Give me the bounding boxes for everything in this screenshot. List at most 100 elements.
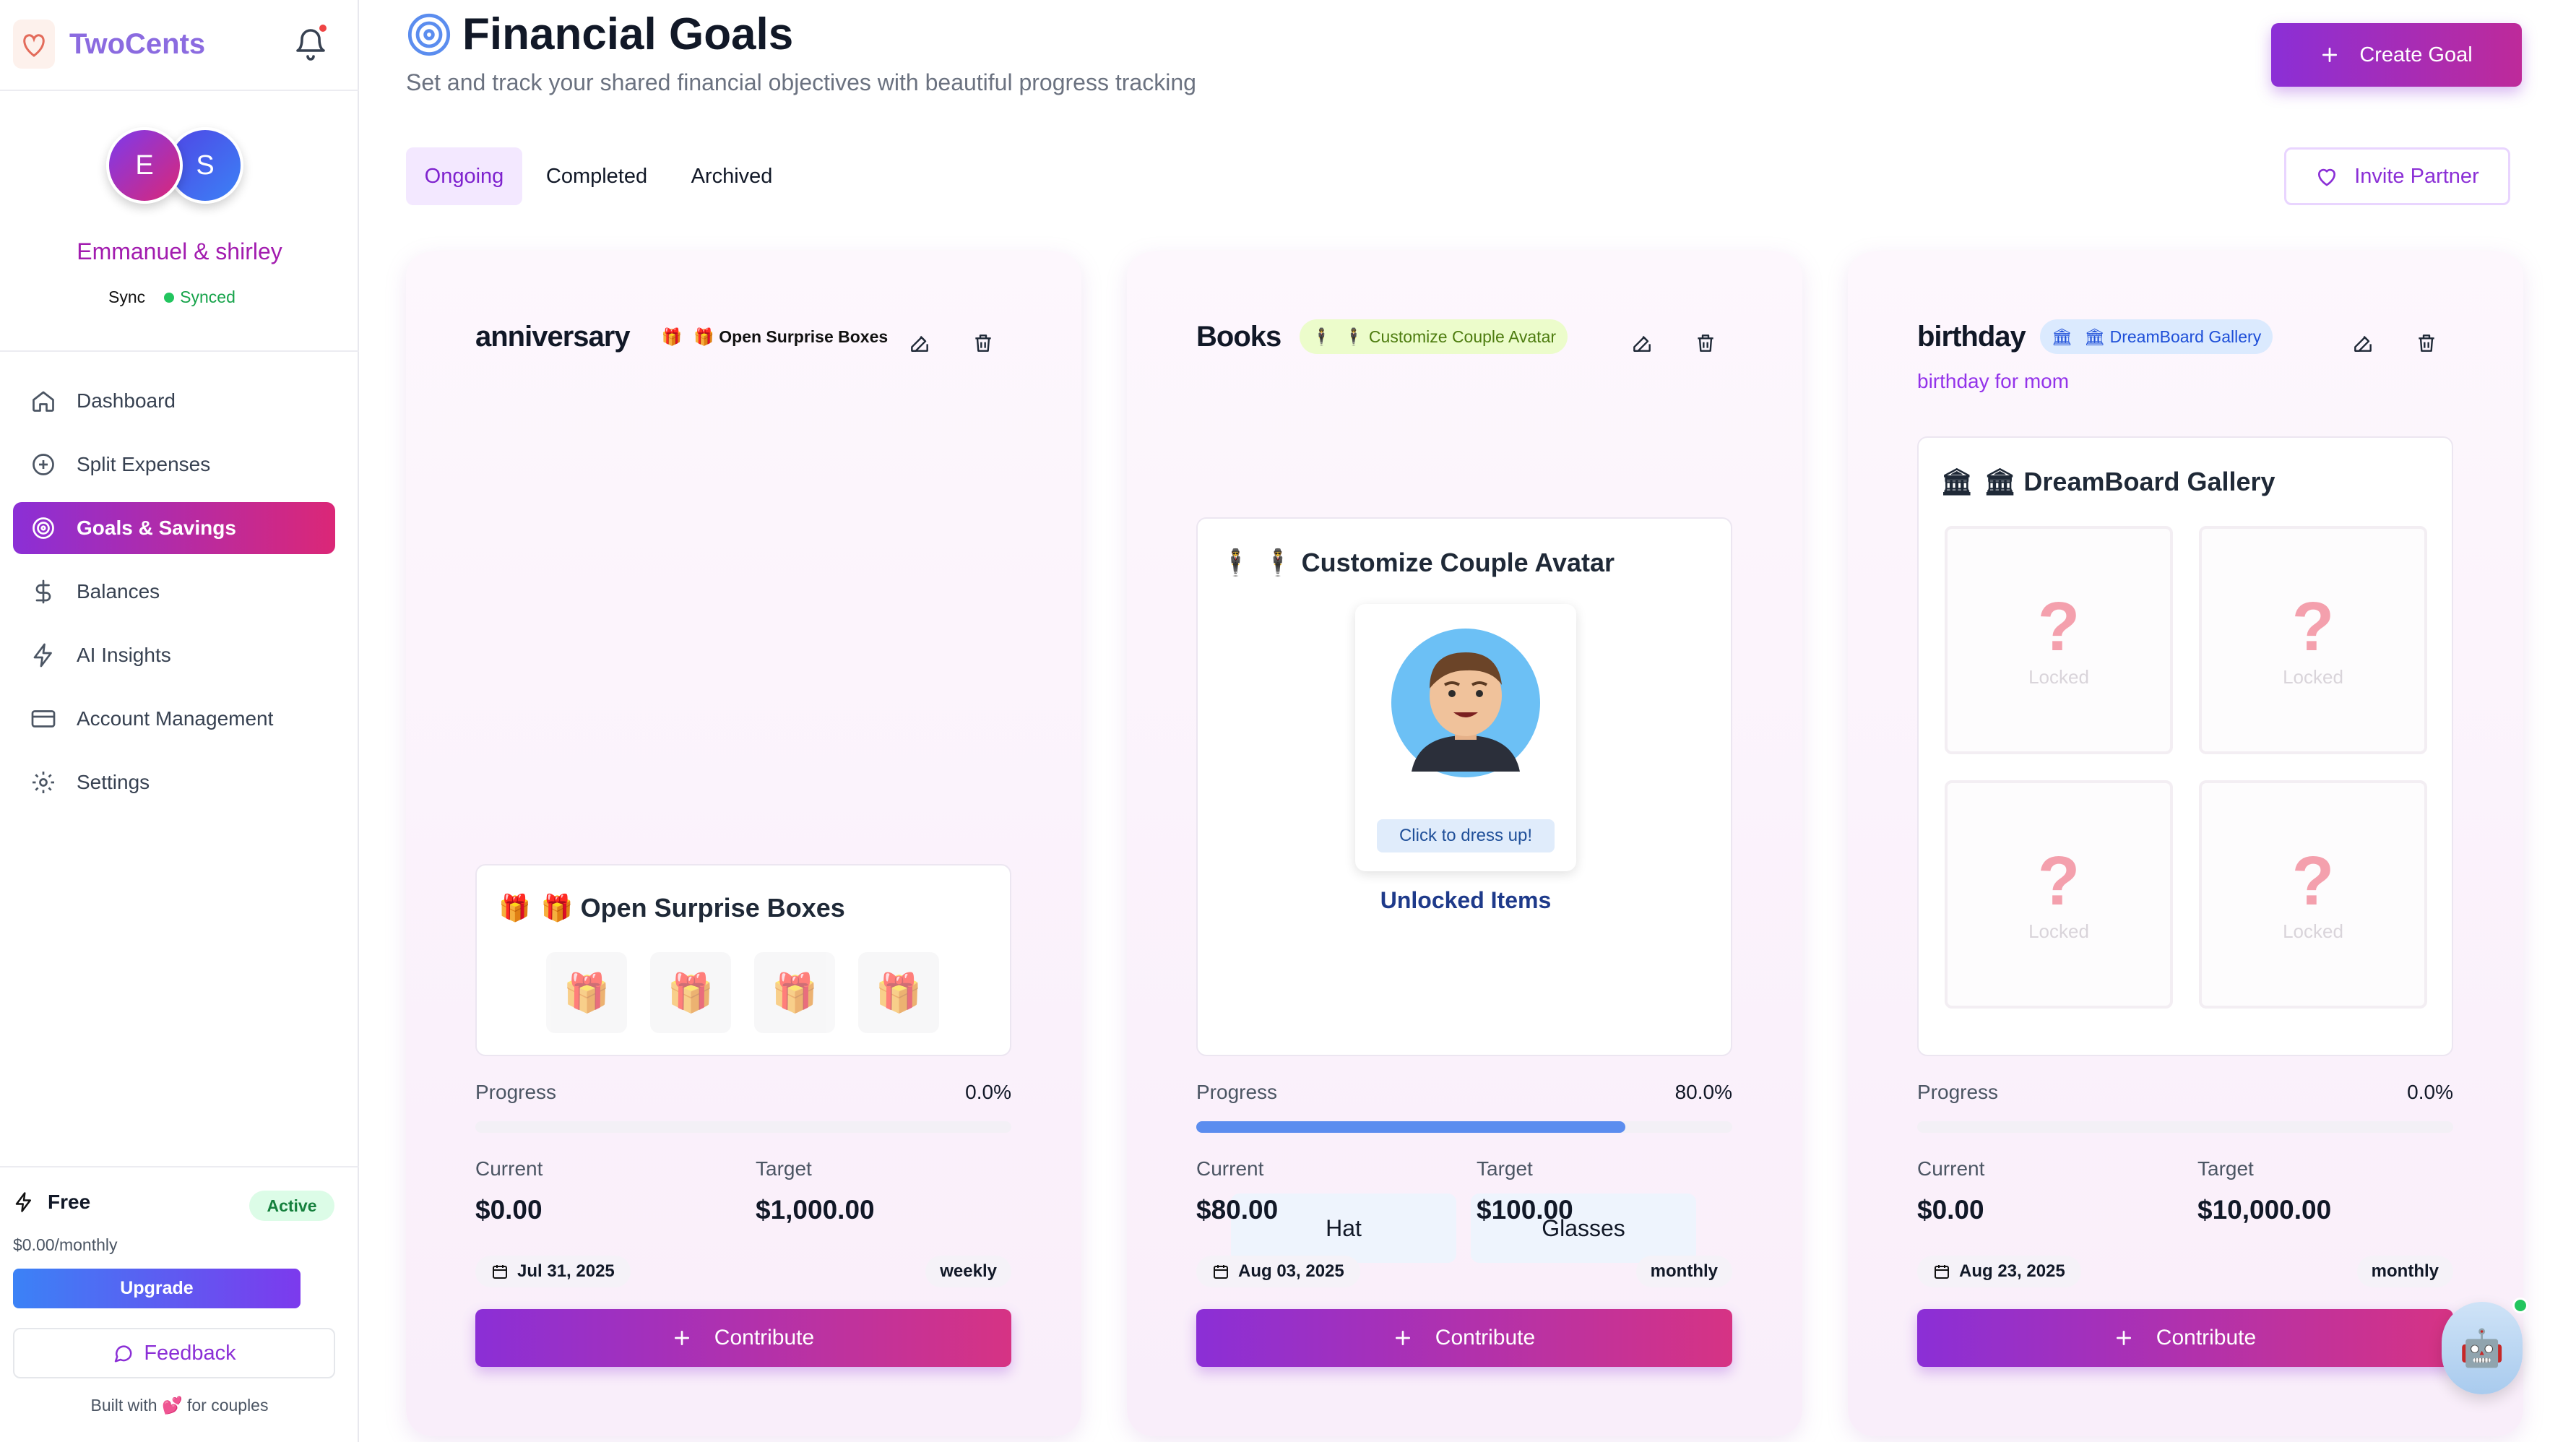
sidebar: TwoCents E S Emmanuel & shirley Sync Syn… xyxy=(0,0,359,1442)
due-date-text: Aug 23, 2025 xyxy=(1959,1261,2065,1281)
surprise-boxes-panel: 🎁 🎁 Open Surprise Boxes 🎁 🎁 🎁 🎁 xyxy=(475,864,1011,1056)
goal-title: Books xyxy=(1196,320,1281,353)
goal-badge: 🕴 🕴 Customize Couple Avatar xyxy=(1300,319,1568,354)
plan-price: $0.00/monthly xyxy=(13,1235,118,1254)
feedback-button[interactable]: Feedback xyxy=(13,1328,335,1378)
nav-settings[interactable]: Settings xyxy=(13,756,335,808)
nav-label: Goals & Savings xyxy=(77,517,236,539)
page-subtitle: Set and track your shared financial obje… xyxy=(406,69,1196,95)
nav-label: Balances xyxy=(77,580,160,603)
gift-icon: 🎁 xyxy=(498,893,531,923)
frequency-badge: weekly xyxy=(925,1256,1011,1287)
contribute-button[interactable]: Contribute xyxy=(1196,1309,1732,1367)
progress-fill xyxy=(1196,1121,1625,1133)
person-icon: 🕴 xyxy=(1311,327,1332,346)
create-goal-label: Create Goal xyxy=(2359,43,2473,66)
upgrade-button[interactable]: Upgrade xyxy=(13,1269,301,1308)
dollar-icon xyxy=(29,577,58,606)
invite-partner-button[interactable]: Invite Partner xyxy=(2284,147,2510,205)
goal-header: birthday 🏛 🏛 DreamBoard Gallery xyxy=(1917,319,2273,354)
dreamboard-panel: 🏛 🏛 DreamBoard Gallery ? Locked ? Locked ?… xyxy=(1917,436,2453,1056)
edit-icon[interactable] xyxy=(1627,328,1657,358)
nav-dashboard[interactable]: Dashboard xyxy=(13,375,335,427)
target-label: Target xyxy=(2197,1157,2254,1180)
locked-label: Locked xyxy=(2283,665,2343,688)
frequency-badge: monthly xyxy=(2356,1256,2453,1287)
tab-completed[interactable]: Completed xyxy=(533,147,660,205)
brand-logo xyxy=(13,20,55,69)
surprise-box[interactable]: 🎁 xyxy=(858,952,939,1033)
avatar-preview[interactable]: Click to dress up! xyxy=(1355,604,1576,871)
plus-circle-icon xyxy=(29,450,58,479)
invite-partner-label: Invite Partner xyxy=(2354,164,2479,188)
nav-split-expenses[interactable]: Split Expenses xyxy=(13,439,335,491)
trash-icon[interactable] xyxy=(1690,328,1721,358)
goal-badge-label: 🏛 DreamBoard Gallery xyxy=(2084,327,2262,346)
target-amount: $100.00 xyxy=(1477,1195,1573,1225)
nav-label: AI Insights xyxy=(77,644,171,666)
current-amount: $80.00 xyxy=(1196,1195,1279,1225)
goal-card-birthday: birthday 🏛 🏛 DreamBoard Gallery birthday… xyxy=(1848,251,2523,1436)
plus-icon xyxy=(2116,1330,2131,1346)
edit-icon[interactable] xyxy=(2348,328,2378,358)
create-goal-button[interactable]: Create Goal xyxy=(2271,23,2522,87)
due-date: Aug 23, 2025 xyxy=(1917,1256,2081,1287)
contribute-label: Contribute xyxy=(714,1326,815,1350)
surprise-box[interactable]: 🎁 xyxy=(650,952,731,1033)
frequency-badge: monthly xyxy=(1635,1256,1732,1287)
contribute-button[interactable]: Contribute xyxy=(475,1309,1011,1367)
gift-icon: 🎁 xyxy=(661,327,683,346)
plus-icon xyxy=(674,1330,689,1346)
plan-status-badge: Active xyxy=(249,1191,334,1221)
progress-label: Progress xyxy=(475,1081,557,1103)
edit-icon[interactable] xyxy=(904,328,935,358)
page-title: Financial Goals xyxy=(462,9,794,59)
divider xyxy=(0,90,359,91)
tab-ongoing[interactable]: Ongoing xyxy=(406,147,522,205)
question-mark-icon: ? xyxy=(2037,842,2080,920)
nav-account-management[interactable]: Account Management xyxy=(13,693,335,745)
due-date: Aug 03, 2025 xyxy=(1196,1256,1360,1287)
target-icon xyxy=(407,13,451,56)
contribute-button[interactable]: Contribute xyxy=(1917,1309,2453,1367)
surprise-box[interactable]: 🎁 xyxy=(754,952,835,1033)
goal-badge: 🎁 🎁 Open Surprise Boxes xyxy=(649,319,889,354)
chat-icon xyxy=(115,1345,132,1363)
locked-gallery-item[interactable]: ? Locked xyxy=(1945,780,2173,1009)
goal-actions xyxy=(1627,328,1721,358)
notification-bell-icon[interactable] xyxy=(293,25,328,62)
trash-icon[interactable] xyxy=(968,328,998,358)
unlocked-items-title: Unlocked Items xyxy=(1380,887,1552,913)
avatar-illustration xyxy=(1391,629,1540,777)
couple-avatars: E S xyxy=(106,127,243,207)
nav-ai-insights[interactable]: AI Insights xyxy=(13,629,335,681)
goal-title: anniversary xyxy=(475,320,631,353)
current-label: Current xyxy=(475,1157,543,1180)
museum-icon: 🏛 xyxy=(2051,327,2073,346)
synced-indicator: Synced xyxy=(164,288,235,307)
question-mark-icon: ? xyxy=(2291,842,2335,920)
tab-archived[interactable]: Archived xyxy=(678,147,786,205)
locked-gallery-item[interactable]: ? Locked xyxy=(2199,526,2427,754)
goal-header: Books 🕴 🕴 Customize Couple Avatar xyxy=(1196,319,1568,354)
goal-card-books: Books 🕴 🕴 Customize Couple Avatar 🕴 🕴 Cu… xyxy=(1127,251,1802,1436)
notification-dot xyxy=(319,25,327,32)
dress-up-caption[interactable]: Click to dress up! xyxy=(1377,819,1555,852)
divider xyxy=(0,1166,359,1167)
locked-gallery-item[interactable]: ? Locked xyxy=(2199,780,2427,1009)
goal-badge-label: 🕴 Customize Couple Avatar xyxy=(1343,327,1557,346)
brand[interactable]: TwoCents xyxy=(13,20,205,69)
locked-gallery-item[interactable]: ? Locked xyxy=(1945,526,2173,754)
nav-goals-savings[interactable]: Goals & Savings xyxy=(13,502,335,554)
surprise-box[interactable]: 🎁 xyxy=(546,952,627,1033)
progress-label: Progress xyxy=(1196,1081,1278,1103)
plan-label: Free xyxy=(48,1191,91,1213)
bolt-icon xyxy=(15,1192,31,1212)
heart-icon xyxy=(2318,168,2336,186)
current-amount: $0.00 xyxy=(475,1195,543,1225)
nav-balances[interactable]: Balances xyxy=(13,566,335,618)
trash-icon[interactable] xyxy=(2411,328,2442,358)
ai-assistant-button[interactable]: 🤖 xyxy=(2442,1302,2523,1394)
progress-bar xyxy=(1196,1121,1732,1133)
feedback-label: Feedback xyxy=(144,1341,236,1365)
